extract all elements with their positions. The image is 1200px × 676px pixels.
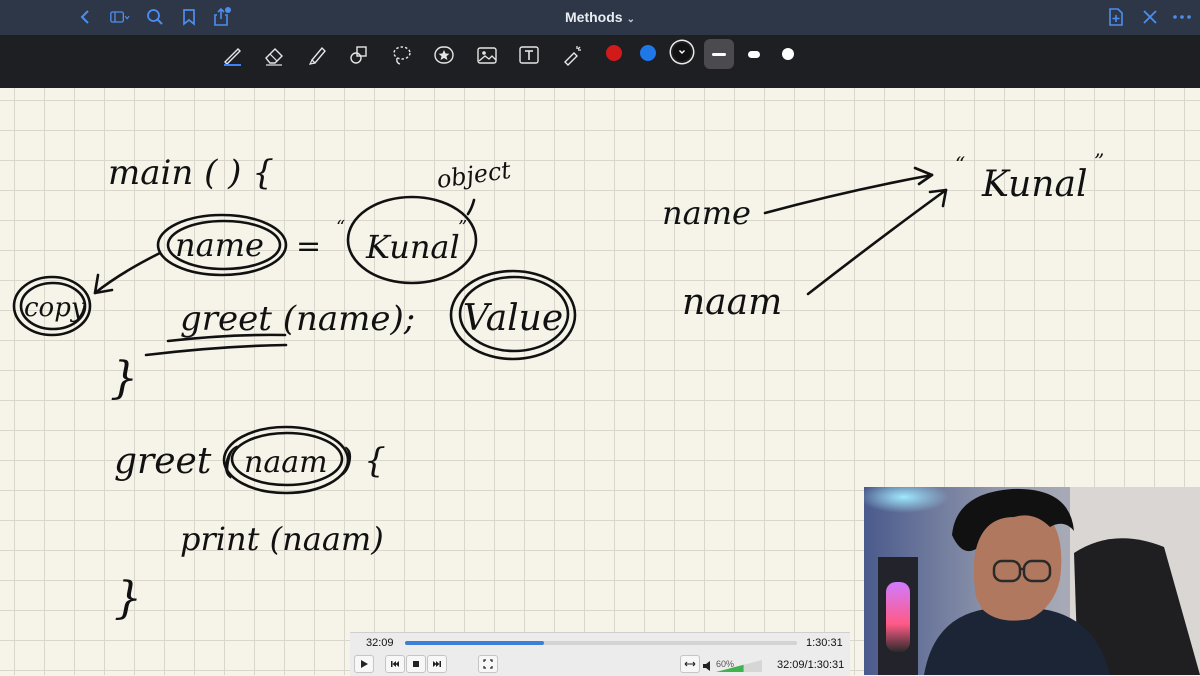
- stop-button[interactable]: [406, 655, 426, 673]
- note-object-label: object: [435, 156, 513, 194]
- note-copy-label: copy: [24, 293, 86, 323]
- sticker-icon[interactable]: [431, 42, 457, 68]
- highlighter-icon[interactable]: [304, 42, 330, 68]
- more-icon[interactable]: [1172, 7, 1192, 27]
- volume-slider[interactable]: [716, 660, 762, 672]
- document-title-text: Methods: [565, 9, 623, 25]
- close-icon[interactable]: [1140, 7, 1160, 27]
- fullscreen-button[interactable]: [478, 655, 498, 673]
- color-swatch-black-selected[interactable]: [673, 43, 691, 61]
- laser-pointer-icon[interactable]: [559, 42, 585, 68]
- skip-back-icon: [391, 661, 399, 667]
- pen-icon[interactable]: [219, 42, 245, 68]
- note-call: greet (name);: [180, 299, 415, 339]
- note-greet-close-brace: }: [114, 573, 142, 624]
- stroke-width-thin[interactable]: [704, 39, 734, 69]
- total-time: 1:30:31: [806, 637, 843, 649]
- new-page-icon[interactable]: [1106, 7, 1126, 27]
- name-reference-arrow: [763, 173, 934, 215]
- chevron-down-icon: ⌄: [626, 14, 635, 25]
- note-value-string: Kunal: [365, 228, 460, 266]
- naam-reference-arrow: [806, 188, 948, 296]
- note-value-label: Value: [463, 298, 563, 339]
- object-pointer-stroke: [466, 198, 476, 216]
- stop-icon: [413, 661, 419, 667]
- lasso-icon[interactable]: [389, 42, 415, 68]
- fullscreen-icon: [483, 659, 493, 669]
- video-player-controls: 32:09 1:30:31 60% 32:09/1:30:31: [350, 632, 850, 676]
- open-quote-mark: “: [336, 217, 345, 238]
- play-button[interactable]: [354, 655, 374, 673]
- note-name-var: name: [175, 226, 264, 264]
- note-greet-def: greet (: [114, 441, 238, 482]
- close-quote-mark: ”: [458, 217, 467, 238]
- skip-back-button[interactable]: [385, 655, 405, 673]
- speaker-icon[interactable]: [702, 660, 716, 672]
- stretch-button[interactable]: [680, 655, 700, 673]
- shapes-icon[interactable]: [346, 42, 372, 68]
- eraser-icon[interactable]: [261, 42, 287, 68]
- note-right-value: Kunal: [981, 164, 1087, 205]
- presenter-video-frame: [864, 487, 1200, 675]
- note-right-name: name: [662, 194, 751, 232]
- close-quote-mark-right: ”: [1094, 149, 1104, 173]
- current-time: 32:09: [366, 637, 394, 649]
- drawing-toolbar: [0, 35, 1200, 113]
- stroke-width-thick[interactable]: [773, 39, 803, 69]
- time-readout: 32:09/1:30:31: [777, 659, 845, 671]
- note-right-naam: naam: [682, 282, 782, 323]
- open-quote-mark-right: “: [955, 152, 965, 176]
- copy-arrow-line: [93, 251, 162, 295]
- chevron-down-icon: [679, 50, 685, 54]
- color-swatch-red[interactable]: [606, 45, 622, 61]
- note-print: print (naam): [180, 520, 384, 558]
- note-main-close-brace: }: [110, 353, 138, 404]
- document-title[interactable]: Methods ⌄: [0, 9, 1200, 25]
- webcam-video-overlay: [864, 487, 1200, 675]
- note-greet-tail: ) {: [339, 441, 386, 481]
- skip-forward-button[interactable]: [427, 655, 447, 673]
- title-bar: Methods ⌄: [0, 0, 1200, 35]
- image-icon[interactable]: [474, 42, 500, 68]
- text-icon[interactable]: [516, 42, 542, 68]
- seek-bar[interactable]: [405, 641, 797, 645]
- note-param: naam: [244, 445, 328, 480]
- call-underline-2: [144, 343, 288, 357]
- seek-bar-played: [405, 641, 545, 645]
- stretch-icon: [684, 661, 696, 667]
- color-swatch-blue[interactable]: [640, 45, 656, 61]
- note-main-line: main ( ) {: [108, 153, 274, 193]
- skip-forward-icon: [433, 661, 441, 667]
- note-equals: =: [296, 229, 321, 264]
- stroke-width-medium[interactable]: [739, 39, 769, 69]
- play-icon: [361, 660, 368, 668]
